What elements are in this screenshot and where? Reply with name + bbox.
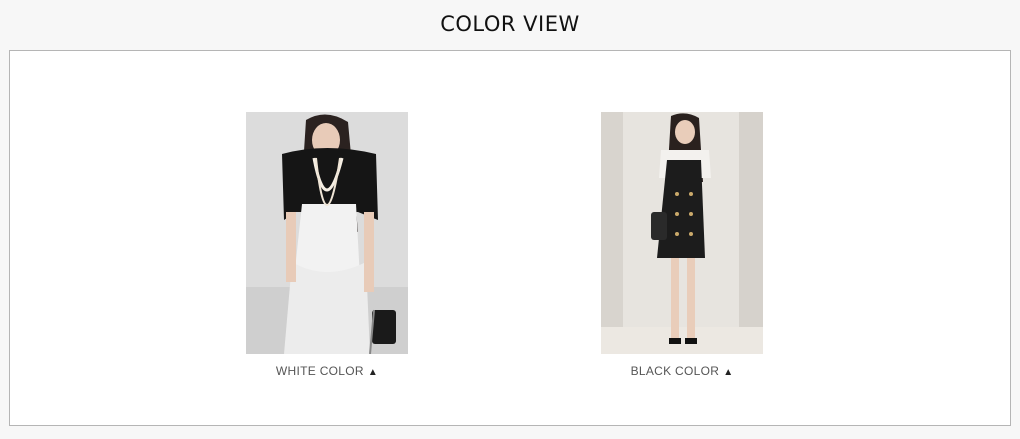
- page-title: COLOR VIEW: [440, 12, 580, 36]
- color-option-white[interactable]: WHITE COLOR ▲: [246, 112, 408, 378]
- white-dress-photo[interactable]: [246, 112, 408, 354]
- color-view-panel: WHITE COLOR ▲ BLACK COLOR ▲: [9, 50, 1011, 426]
- black-dress-photo[interactable]: [601, 112, 763, 354]
- triangle-up-icon: ▲: [723, 367, 734, 378]
- black-color-caption[interactable]: BLACK COLOR ▲: [601, 364, 763, 378]
- triangle-up-icon: ▲: [367, 367, 379, 378]
- white-color-caption[interactable]: WHITE COLOR ▲: [246, 364, 408, 378]
- black-color-label: BLACK COLOR: [630, 364, 720, 378]
- color-option-black[interactable]: BLACK COLOR ▲: [601, 112, 763, 378]
- white-color-label: WHITE COLOR: [275, 364, 364, 378]
